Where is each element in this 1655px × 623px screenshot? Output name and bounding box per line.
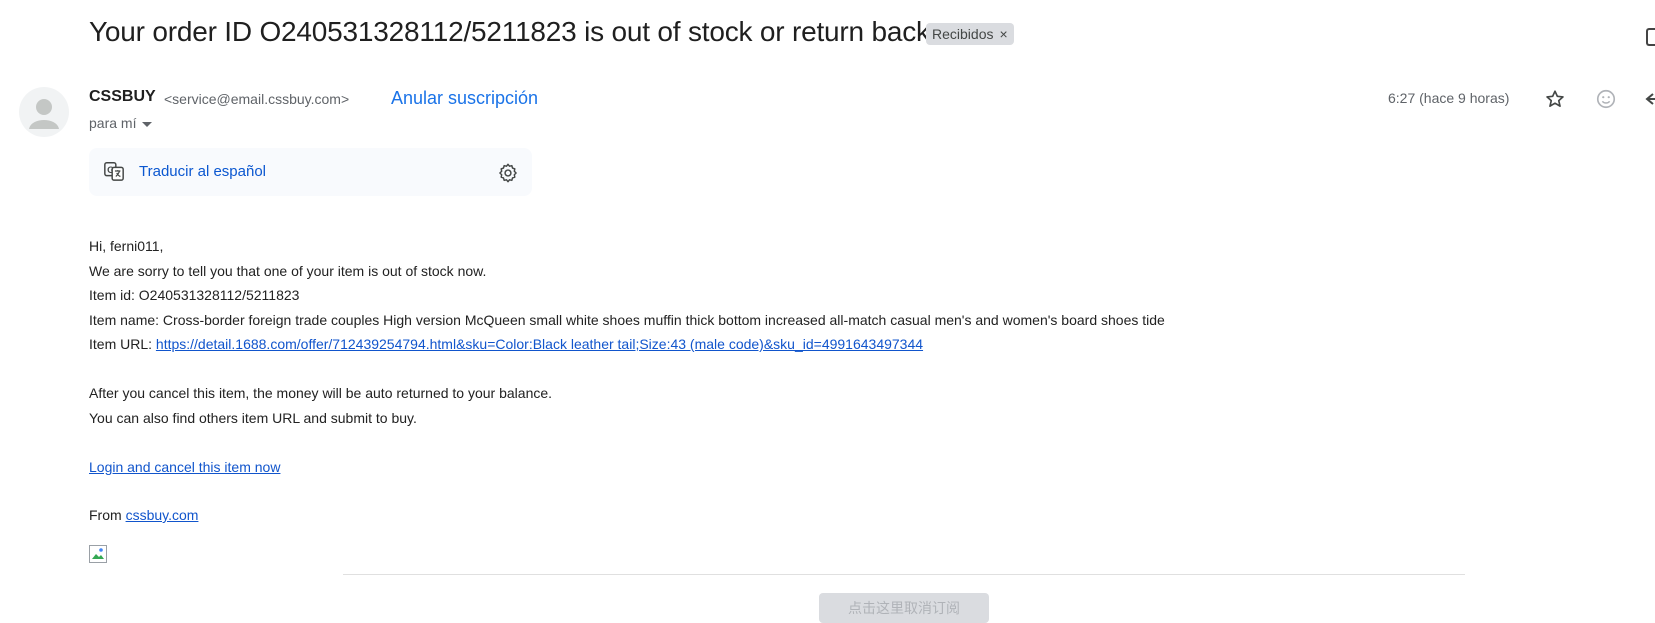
login-cancel-link[interactable]: Login and cancel this item now [89, 459, 280, 475]
person-icon [29, 99, 59, 129]
avatar [19, 87, 69, 137]
sender-email: <service@email.cssbuy.com> [164, 91, 350, 107]
item-url-row: Item URL: https://detail.1688.com/offer/… [89, 336, 923, 352]
unsubscribe-button[interactable]: 点击这里取消订阅 [819, 593, 989, 623]
item-id: Item id: O240531328112/5211823 [89, 287, 300, 303]
label-chip-text: Recibidos [932, 26, 994, 42]
email-subject: Your order ID O240531328112/5211823 is o… [89, 16, 930, 47]
translate-link[interactable]: Traducir al español [139, 163, 266, 180]
cancel-note: After you cancel this item, the money wi… [89, 385, 553, 401]
alternative-note: You can also find others item URL and su… [89, 410, 417, 426]
chevron-down-icon [142, 121, 153, 127]
cssbuy-link[interactable]: cssbuy.com [126, 507, 199, 523]
emoji-icon[interactable] [1595, 88, 1617, 115]
item-name: Item name: Cross-border foreign trade co… [89, 312, 1165, 328]
remove-label-button[interactable]: × [999, 26, 1007, 42]
from-label: From [89, 507, 126, 523]
content-divider [343, 574, 1465, 575]
greeting: Hi, ferni011, [89, 238, 164, 254]
star-icon[interactable] [1544, 88, 1566, 115]
item-url-link[interactable]: https://detail.1688.com/offer/7124392547… [156, 336, 923, 352]
recipient-label: para mí [89, 115, 137, 131]
broken-image-icon [89, 545, 107, 563]
print-icon[interactable] [1646, 28, 1655, 46]
item-url-label: Item URL: [89, 336, 156, 352]
label-chip-inbox[interactable]: Recibidos × [926, 23, 1014, 45]
body-line-out-of-stock: We are sorry to tell you that one of you… [89, 263, 487, 279]
translate-icon: G [103, 160, 125, 187]
login-cancel-row: Login and cancel this item now [89, 459, 280, 475]
translate-bar: G Traducir al español [89, 148, 532, 196]
sender-name: CSSBUY [89, 88, 156, 105]
gear-icon[interactable] [497, 162, 519, 189]
reply-icon[interactable] [1644, 88, 1655, 115]
unsubscribe-link[interactable]: Anular suscripción [391, 88, 538, 109]
email-timestamp: 6:27 (hace 9 horas) [1388, 90, 1510, 106]
recipient-details-toggle[interactable]: para mí [89, 115, 153, 131]
from-row: From cssbuy.com [89, 507, 198, 523]
